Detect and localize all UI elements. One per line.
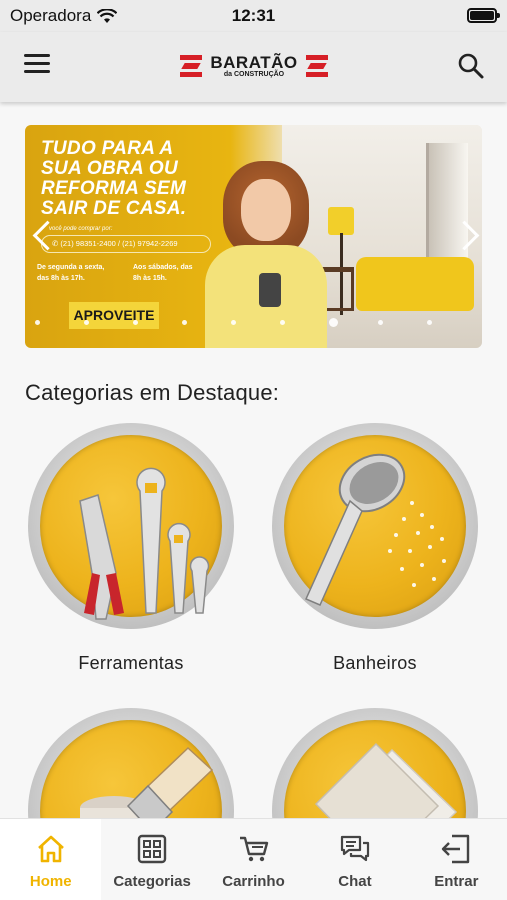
tab-label: Carrinho — [222, 873, 285, 890]
tab-home[interactable]: Home — [0, 819, 102, 900]
hamburger-icon-bar — [24, 54, 50, 57]
menu-button[interactable] — [24, 54, 52, 80]
carousel-dot-active[interactable] — [329, 318, 338, 327]
banner-phones-text: (21) 98351-2400 / (21) 97942-2269 — [60, 239, 178, 248]
app-header: BARATÃO da CONSTRUÇÃO — [0, 32, 507, 102]
search-icon[interactable] — [457, 52, 485, 80]
status-time: 12:31 — [231, 6, 276, 25]
carousel-dot[interactable] — [84, 320, 89, 325]
carousel-dot[interactable] — [231, 320, 236, 325]
banner-headline: TUDO PARA A SUA OBRA OU REFORMA SEM SAIR… — [41, 138, 187, 219]
tab-label: Chat — [338, 873, 372, 890]
carousel-dots — [25, 318, 482, 330]
brand-logo[interactable]: BARATÃO da CONSTRUÇÃO — [176, 52, 332, 80]
banner-hours-weekdays: De segunda a sexta, das 8h às 17h. — [37, 264, 105, 282]
bottom-tab-bar: Home Categorias Carrinho Chat Entrar — [0, 818, 507, 900]
logo-subtitle: da CONSTRUÇÃO — [223, 71, 285, 78]
logo-text: BARATÃO da CONSTRUÇÃO — [210, 54, 297, 78]
category-card-ferramentas[interactable]: Ferramentas — [28, 423, 238, 673]
category-card-banheiros[interactable]: Banheiros — [272, 423, 482, 673]
carousel-prev-icon[interactable] — [29, 217, 51, 253]
hamburger-icon-bar — [24, 70, 50, 73]
tab-label: Home — [29, 873, 72, 890]
banner-hours-saturday: Aos sábados, das 8h às 15h. — [133, 264, 193, 282]
battery-icon — [467, 8, 500, 23]
tab-label: Categorias — [113, 873, 191, 890]
banner-phone-numbers: ✆ (21) 98351-2400 / (21) 97942-2269 — [41, 235, 211, 253]
category-label: Ferramentas — [78, 653, 184, 673]
promo-banner-carousel[interactable]: TUDO PARA A SUA OBRA OU REFORMA SEM SAIR… — [25, 125, 482, 348]
carousel-dot[interactable] — [35, 320, 40, 325]
grid-icon — [137, 834, 167, 864]
category-label: Banheiros — [333, 653, 417, 673]
category-image — [272, 423, 478, 629]
carousel-dot[interactable] — [378, 320, 383, 325]
app-screen: Operadora 12:31 BARATÃO da CONSTRUÇÃO TU… — [0, 0, 507, 900]
tab-carrinho[interactable]: Carrinho — [203, 819, 304, 900]
shower-icon — [305, 453, 446, 606]
logo-title: BARATÃO — [210, 53, 298, 72]
login-icon — [442, 834, 470, 864]
cart-icon — [239, 836, 268, 862]
tab-entrar[interactable]: Entrar — [406, 819, 507, 900]
carousel-dot[interactable] — [182, 320, 187, 325]
chat-icon — [340, 835, 370, 862]
category-image — [28, 423, 234, 629]
tab-chat[interactable]: Chat — [304, 819, 405, 900]
home-icon — [37, 835, 64, 863]
carousel-dot[interactable] — [280, 320, 285, 325]
carousel-dot[interactable] — [427, 320, 432, 325]
tab-label: Entrar — [434, 873, 479, 890]
carousel-dot[interactable] — [133, 320, 138, 325]
section-title: Categorias em Destaque: — [25, 380, 280, 405]
tools-icon — [79, 467, 210, 620]
tab-categorias[interactable]: Categorias — [101, 819, 202, 900]
status-bar: Operadora 12:31 — [0, 0, 507, 32]
carousel-next-icon[interactable] — [456, 217, 478, 253]
hamburger-icon-bar — [24, 62, 50, 65]
logo-mark-icon — [180, 55, 203, 77]
logo-mark-icon — [305, 55, 328, 77]
